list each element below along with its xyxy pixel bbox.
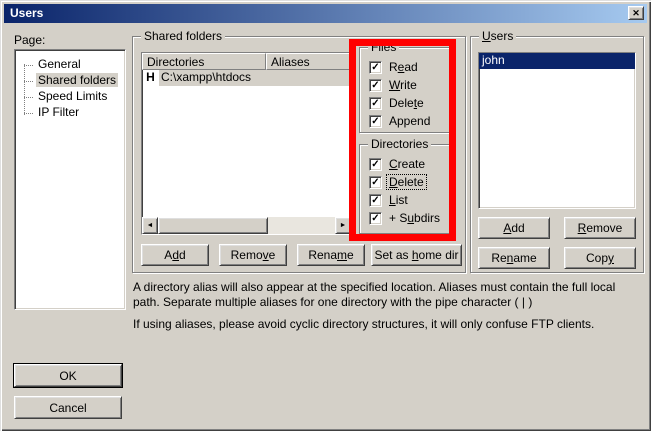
users-list[interactable]: john [478,52,636,209]
page-label: Page: [14,33,45,47]
page-tree: General Shared folders Speed Limits IP F… [14,49,126,310]
checkbox-row-list[interactable]: ✓ List [360,191,450,209]
shared-folders-group-label: Shared folders [141,30,225,43]
checkbox-checked-icon[interactable]: ✓ [369,212,382,225]
scroll-left-button[interactable]: ◄ [142,217,158,234]
checkbox-checked-icon[interactable]: ✓ [369,115,382,128]
checkbox-label-read: Read [387,60,420,74]
tree-item-speed-limits[interactable]: Speed Limits [15,89,125,105]
set-as-home-dir-button[interactable]: Set as home dir [371,244,462,266]
scroll-right-button[interactable]: ► [335,217,351,234]
checkbox-checked-icon[interactable]: ✓ [369,61,382,74]
users-dialog: Users ✕ Page: General Shared folders Spe… [0,0,651,431]
copy-user-button[interactable]: Copy [564,247,636,269]
checkbox-checked-icon[interactable]: ✓ [369,97,382,110]
remove-folder-button[interactable]: Remove [219,244,287,266]
checkbox-label-list: List [387,193,410,207]
column-header-directories[interactable]: Directories [142,53,266,70]
scrollbar-track[interactable] [268,217,335,234]
checkbox-row-delete-dirs[interactable]: ✓ Delete [360,173,450,191]
scroll-right-icon: ► [340,222,347,229]
checkbox-checked-icon[interactable]: ✓ [369,79,382,92]
shared-folders-list[interactable]: Directories Aliases H C:\xampp\htdocs ◄ … [141,52,352,235]
home-flag: H [142,70,159,86]
checkbox-checked-icon[interactable]: ✓ [369,158,382,171]
checkbox-row-create[interactable]: ✓ Create [360,155,450,173]
scroll-left-icon: ◄ [147,222,154,229]
remove-user-button[interactable]: Remove [564,217,636,239]
tree-item-ip-filter[interactable]: IP Filter [15,105,125,121]
alias-note: A directory alias will also appear at th… [133,280,641,310]
title-bar[interactable]: Users [4,4,647,23]
directory-path: C:\xampp\htdocs [159,70,351,86]
column-header-aliases[interactable]: Aliases [266,53,351,70]
checkbox-row-read[interactable]: ✓ Read [360,58,450,76]
users-group-label: Users [479,30,516,43]
tree-item-shared-folders[interactable]: Shared folders [15,73,125,89]
scrollbar-thumb[interactable] [158,217,268,234]
checkbox-label-subdirs: + Subdirs [387,211,442,225]
checkbox-label-delete-files: Delete [387,96,426,110]
checkbox-label-delete-dirs: Delete [387,175,426,189]
tree-item-general[interactable]: General [15,57,125,73]
close-icon: ✕ [632,8,640,19]
files-group-label: Files [368,41,399,54]
rename-folder-button[interactable]: Rename [297,244,365,266]
checkbox-label-append: Append [387,114,432,128]
ok-button[interactable]: OK [14,364,122,387]
checkbox-row-append[interactable]: ✓ Append [360,112,450,130]
add-folder-button[interactable]: Add [141,244,209,266]
horizontal-scrollbar[interactable]: ◄ ► [142,217,351,234]
checkbox-label-create: Create [387,157,427,171]
checkbox-row-delete-files[interactable]: ✓ Delete [360,94,450,112]
directories-group-label: Directories [368,138,431,151]
help-text: A directory alias will also appear at th… [133,280,641,332]
cyclic-note: If using aliases, please avoid cyclic di… [133,317,641,332]
files-permissions-group: Files ✓ Read ✓ Write ✓ Delete ✓ Append [359,47,451,133]
list-empty-area[interactable] [142,86,351,217]
list-item-user[interactable]: john [479,53,635,69]
add-user-button[interactable]: Add [478,217,550,239]
checkbox-checked-icon[interactable]: ✓ [369,194,382,207]
directories-permissions-group: Directories ✓ Create ✓ Delete ✓ List ✓ +… [359,144,451,234]
checkbox-checked-icon[interactable]: ✓ [369,176,382,189]
list-header: Directories Aliases [142,53,351,70]
table-row[interactable]: H C:\xampp\htdocs [142,70,351,86]
checkbox-label-write: Write [387,78,419,92]
rename-user-button[interactable]: Rename [478,247,550,269]
cancel-button[interactable]: Cancel [14,396,122,419]
checkbox-row-subdirs[interactable]: ✓ + Subdirs [360,209,450,227]
checkbox-row-write[interactable]: ✓ Write [360,76,450,94]
window-title: Users [10,6,43,20]
close-button[interactable]: ✕ [628,6,644,20]
